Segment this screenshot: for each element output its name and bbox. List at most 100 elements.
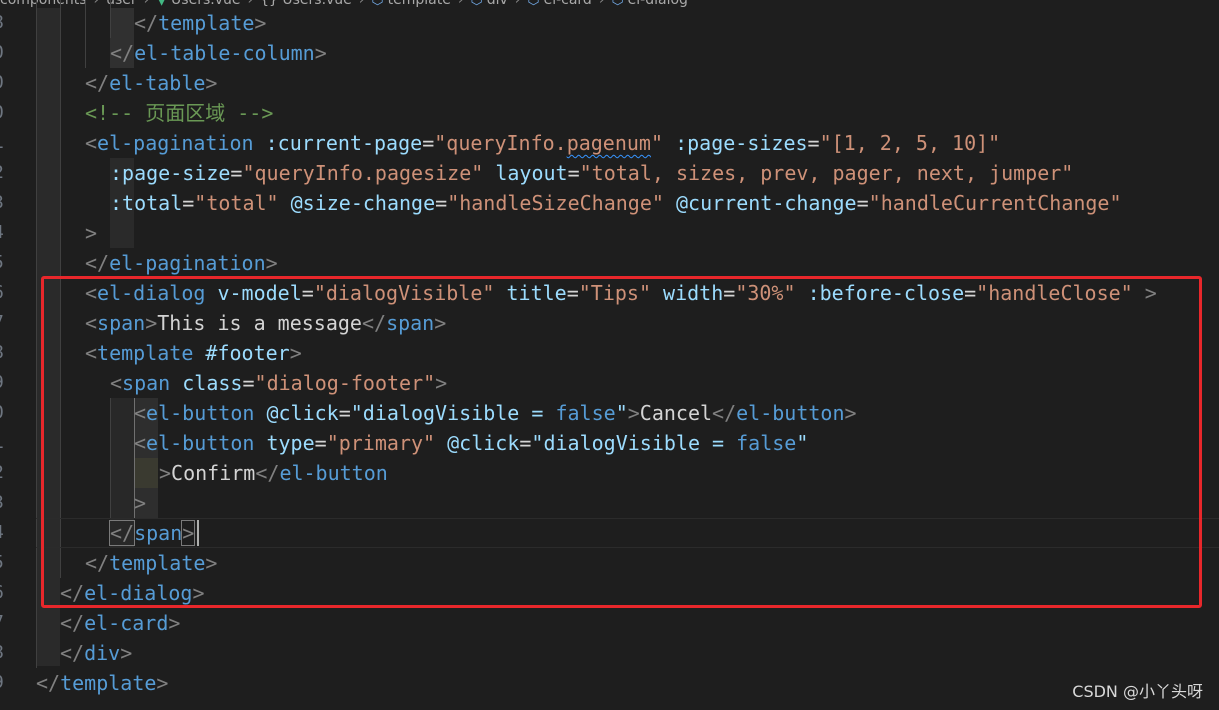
code-line[interactable]: >Confirm</el-button <box>159 458 388 488</box>
code-line[interactable]: :total="total" @size-change="handleSizeC… <box>110 188 1122 218</box>
token: "dialogVisible = <box>350 401 556 425</box>
token: > <box>120 641 133 665</box>
token: @current-change <box>675 191 857 215</box>
chevron-right-icon: › <box>457 0 464 8</box>
token: Cancel <box>639 401 713 425</box>
code-line[interactable]: <!-- 页面区域 --> <box>85 98 273 128</box>
token: > <box>205 551 218 575</box>
code-line[interactable]: </el-card> <box>60 608 180 638</box>
indent-guide <box>36 0 37 668</box>
indent-guide <box>110 398 111 518</box>
token: </ <box>85 251 110 275</box>
breadcrumb: components › user › ▼ Users.vue ›{} Users.vue ›… <box>0 0 1219 8</box>
code-line[interactable]: > <box>134 488 146 518</box>
token: "[1, 2, 5, 10]" <box>819 131 1001 155</box>
breadcrumb-item-module[interactable]: {} Users.vue <box>260 0 352 8</box>
token: = <box>182 191 195 215</box>
token: < <box>85 311 98 335</box>
line-number: 0 <box>0 98 11 128</box>
token: > <box>159 461 172 485</box>
token: < <box>110 371 123 395</box>
element-icon: ⬡ <box>527 0 540 8</box>
indent-guide <box>110 0 111 38</box>
token: > <box>192 581 205 605</box>
token: el-button <box>736 401 845 425</box>
line-number: 3 <box>0 188 11 218</box>
token: " <box>650 131 664 155</box>
token: el-button <box>146 431 255 455</box>
code-line[interactable]: </el-table-column> <box>110 38 327 68</box>
token: = <box>807 131 820 155</box>
code-line[interactable]: <el-pagination :current-page="queryInfo.… <box>85 128 1000 158</box>
token: "total" <box>194 191 279 215</box>
line-number: 6 <box>0 278 11 308</box>
matched-bracket: </ <box>108 520 136 546</box>
line-number: 1 <box>0 428 11 458</box>
token: = <box>964 281 977 305</box>
token: > <box>844 401 857 425</box>
code-line[interactable]: </el-pagination> <box>85 248 278 278</box>
token: "queryInfo. <box>434 131 567 155</box>
code-line[interactable]: </div> <box>60 638 132 668</box>
line-number: 2 <box>0 158 11 188</box>
spelling-warning-token[interactable]: pagenum <box>567 131 651 155</box>
token: > <box>434 311 447 335</box>
breadcrumb-item-div[interactable]: div <box>487 0 508 8</box>
element-icon: ⬡ <box>470 0 483 8</box>
code-line[interactable]: </template> <box>134 8 266 38</box>
token: = <box>567 161 580 185</box>
token: > <box>1144 281 1157 305</box>
code-line-current[interactable]: </span> <box>108 518 196 548</box>
token: el-card <box>84 611 169 635</box>
token: :before-close <box>807 281 965 305</box>
token: span <box>122 371 171 395</box>
code-line[interactable]: > <box>85 218 97 248</box>
token: </ <box>85 71 110 95</box>
watermark: CSDN @小丫头呀 <box>1072 682 1203 701</box>
code-line[interactable]: <el-dialog v-model="dialogVisible" title… <box>85 278 1157 308</box>
token: = <box>338 401 351 425</box>
comment-token: <!-- 页面区域 --> <box>85 101 274 125</box>
token: v-model <box>217 281 302 305</box>
token: </ <box>361 311 387 335</box>
token: = <box>314 431 327 455</box>
vue-file-icon: ▼ <box>156 0 168 8</box>
code-line[interactable]: </template> <box>85 548 217 578</box>
code-line[interactable]: :page-size="queryInfo.pagesize" layout="… <box>110 158 1073 188</box>
code-line[interactable]: <span class="dialog-footer"> <box>110 368 447 398</box>
code-line[interactable]: <template #footer> <box>85 338 302 368</box>
line-number: 5 <box>0 248 11 278</box>
token: template <box>97 341 194 365</box>
token: #footer <box>205 341 290 365</box>
token: " <box>796 431 809 455</box>
current-line-highlight <box>36 518 1219 548</box>
code-line[interactable]: </template> <box>36 668 168 698</box>
line-number: 0 <box>0 68 11 98</box>
code-line[interactable]: <span>This is a message</span> <box>85 308 446 338</box>
line-number: 7 <box>0 608 11 638</box>
breadcrumb-item-file[interactable]: Users.vue <box>171 0 240 8</box>
token: template <box>109 551 206 575</box>
code-line[interactable]: </el-dialog> <box>60 578 205 608</box>
breadcrumb-item-el-card[interactable]: el-card <box>544 0 592 8</box>
token: = <box>422 131 435 155</box>
token: = <box>242 371 255 395</box>
code-line[interactable]: <el-button type="primary" @click="dialog… <box>134 428 808 458</box>
breadcrumb-item-el-dialog[interactable]: el-dialog <box>628 0 688 8</box>
breadcrumb-item-template[interactable]: template <box>388 0 451 8</box>
token: el-button <box>146 401 255 425</box>
code-line[interactable]: </el-table> <box>85 68 217 98</box>
token: = <box>230 161 243 185</box>
line-number-gutter: 8 0 0 0 1 2 3 4 5 6 7 8 9 0 1 2 3 4 5 6 … <box>0 0 18 710</box>
token: el-dialog <box>84 581 193 605</box>
token: This is a message <box>157 311 362 335</box>
indent-band <box>36 8 60 666</box>
line-number: 1 <box>0 128 11 158</box>
code-line[interactable]: <el-button @click="dialogVisible = false… <box>134 398 857 428</box>
token: @size-change <box>290 191 436 215</box>
token: > <box>168 611 181 635</box>
token: template <box>158 11 255 35</box>
